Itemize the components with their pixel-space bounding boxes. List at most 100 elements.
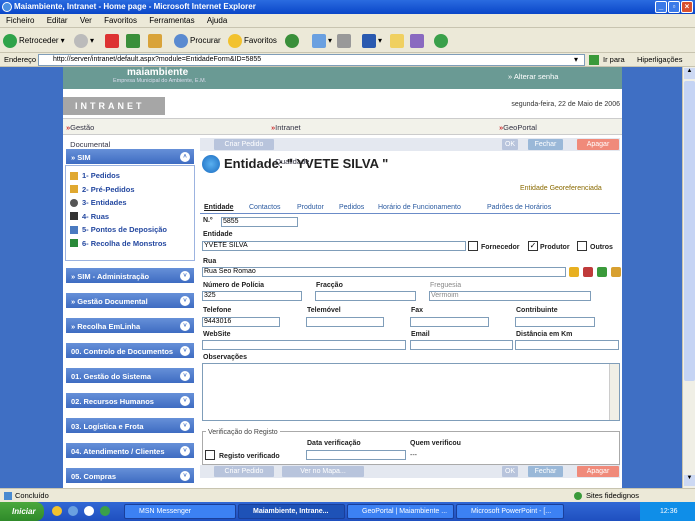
stop-button[interactable] [105,32,119,49]
favorites-button[interactable]: Favoritos [228,32,277,49]
go-button[interactable]: Ir para [603,53,625,67]
menu-item-recolha-monstros[interactable]: 6- Recolha de Monstros [70,237,190,251]
nav-intranet-qualidade[interactable]: » Intranet da Qualidade [271,119,309,166]
menu-item-pedidos[interactable]: 1- Pedidos [70,169,190,183]
tab-padroes[interactable]: Padrões de Horários [487,204,551,211]
quicklaunch-desktop-icon[interactable] [68,506,78,516]
research-button[interactable] [410,32,424,49]
forward-button[interactable]: ▾ [74,32,94,49]
expand-icon[interactable]: ˅ [180,421,190,431]
scroll-down-icon[interactable]: ▼ [684,475,695,486]
rua-field[interactable]: Rua Seo Romao [202,267,566,277]
menu-ajuda[interactable]: Ajuda [207,16,227,25]
website-field[interactable] [202,340,406,350]
page-scrollbar[interactable]: ▲ ▼ [682,67,695,488]
add-icon[interactable] [597,267,607,277]
email-field[interactable] [410,340,513,350]
expand-icon[interactable]: ˅ [180,471,190,481]
outros-checkbox[interactable] [577,241,587,251]
ok-button[interactable]: OK [502,139,518,150]
telefone-field[interactable]: 9443016 [202,317,280,327]
minimize-button[interactable]: _ [655,1,667,13]
expand-icon[interactable]: ˅ [180,396,190,406]
expand-icon[interactable]: ˅ [180,371,190,381]
menu-recolha-emlinha[interactable]: » Recolha EmLinha ˅ [65,317,195,334]
data-verificacao-field[interactable] [306,450,406,460]
tab-horario[interactable]: Horário de Funcionamento [378,204,461,211]
menu-gestao-documental[interactable]: » Gestão Documental ˅ [65,292,195,309]
quicklaunch-messenger-icon[interactable] [100,506,110,516]
produtor-checkbox[interactable]: ✓ [528,241,538,251]
distancia-field[interactable] [515,340,619,350]
map-icon[interactable] [583,267,593,277]
quicklaunch-media-icon[interactable] [84,506,94,516]
tab-produtor[interactable]: Produtor [297,204,324,211]
links-label[interactable]: Hiperligações [637,53,682,67]
tab-entidade[interactable]: Entidade [204,204,234,211]
freguesia-field[interactable]: Vermoim [429,291,591,301]
expand-icon[interactable]: ˅ [180,271,190,281]
menu-favoritos[interactable]: Favoritos [104,16,137,25]
menu-item-ruas[interactable]: 4- Ruas [70,210,190,224]
task-geoportal[interactable]: GeoPortal | Maiambiente ... [347,504,454,519]
maximize-button[interactable]: ▫ [668,1,680,13]
task-maiambiente[interactable]: Maiambiente, Intrane... [238,504,345,519]
menu-ficheiro[interactable]: Ficheiro [6,16,34,25]
messenger-button[interactable] [434,32,448,49]
menu-item-pre-pedidos[interactable]: 2- Pré-Pedidos [70,183,190,197]
tab-pedidos[interactable]: Pedidos [339,204,364,211]
search-street-icon[interactable] [569,267,579,277]
edit-button[interactable]: ▾ [362,32,382,49]
task-msn-messenger[interactable]: MSN Messenger [124,504,236,519]
expand-icon[interactable]: ˅ [180,321,190,331]
ver-no-mapa-button[interactable]: Ver no Mapa... [282,466,364,477]
nav-gestao-documental[interactable]: » Gestão Documental [66,119,110,149]
fechar-button-bottom[interactable]: Fechar [528,466,563,477]
registo-verificado-checkbox[interactable] [205,450,215,460]
discuss-button[interactable] [390,32,404,49]
print-button[interactable] [337,32,351,49]
task-powerpoint[interactable]: Microsoft PowerPoint - [... [456,504,564,519]
refresh-button[interactable] [126,32,140,49]
search-button[interactable]: Procurar [174,32,221,49]
close-button[interactable]: × [681,1,693,13]
expand-icon[interactable]: ˅ [180,296,190,306]
menu-ferramentas[interactable]: Ferramentas [149,16,194,25]
fraccao-field[interactable] [315,291,416,301]
fechar-button[interactable]: Fechar [528,139,563,150]
fornecedor-checkbox[interactable] [468,241,478,251]
menu-sim-admin[interactable]: » SIM - Administração ˅ [65,267,195,284]
criar-pedido-button-bottom[interactable]: Criar Pedido [214,466,274,477]
change-password-link[interactable]: » Alterar senha [508,72,558,81]
back-button[interactable]: Retroceder ▾ [3,32,65,49]
menu-atendimento-clientes[interactable]: 04. Atendimento / Clientes ˅ [65,442,195,459]
menu-gestao-sistema[interactable]: 01. Gestão do Sistema ˅ [65,367,195,384]
locate-icon[interactable] [611,267,621,277]
address-input[interactable]: http://server/intranet/default.aspx?modu… [38,54,585,66]
menu-controlo-documentos[interactable]: 00. Controlo de Documentos ˅ [65,342,195,359]
menu-recursos-humanos[interactable]: 02. Recursos Humanos ˅ [65,392,195,409]
apagar-button-bottom[interactable]: Apagar [577,466,619,477]
nav-geoportal[interactable]: » GeoPortal [499,119,537,136]
telemovel-field[interactable] [306,317,384,327]
menu-ver[interactable]: Ver [80,16,92,25]
numero-field[interactable]: 5855 [221,217,298,227]
observacoes-scrollbar[interactable] [609,364,619,420]
home-button[interactable] [148,32,162,49]
contribuinte-field[interactable] [515,317,595,327]
quicklaunch-ie-icon[interactable] [52,506,62,516]
menu-compras[interactable]: 05. Compras ˅ [65,467,195,484]
menu-editar[interactable]: Editar [47,16,68,25]
observacoes-textarea[interactable] [202,363,620,421]
entidade-field[interactable]: YVETE SILVA [202,241,466,251]
address-dropdown-icon[interactable]: ▾ [574,53,578,67]
menu-item-pontos-deposicao[interactable]: 5- Pontos de Deposição [70,223,190,237]
start-button[interactable]: Iniciar [0,502,44,521]
mail-button[interactable]: ▾ [312,32,332,49]
criar-pedido-button[interactable]: Criar Pedido [214,139,274,150]
collapse-icon[interactable]: ˄ [180,152,190,162]
expand-icon[interactable]: ˅ [180,346,190,356]
expand-icon[interactable]: ˅ [180,446,190,456]
history-button[interactable] [285,32,299,49]
tab-contactos[interactable]: Contactos [249,204,281,211]
